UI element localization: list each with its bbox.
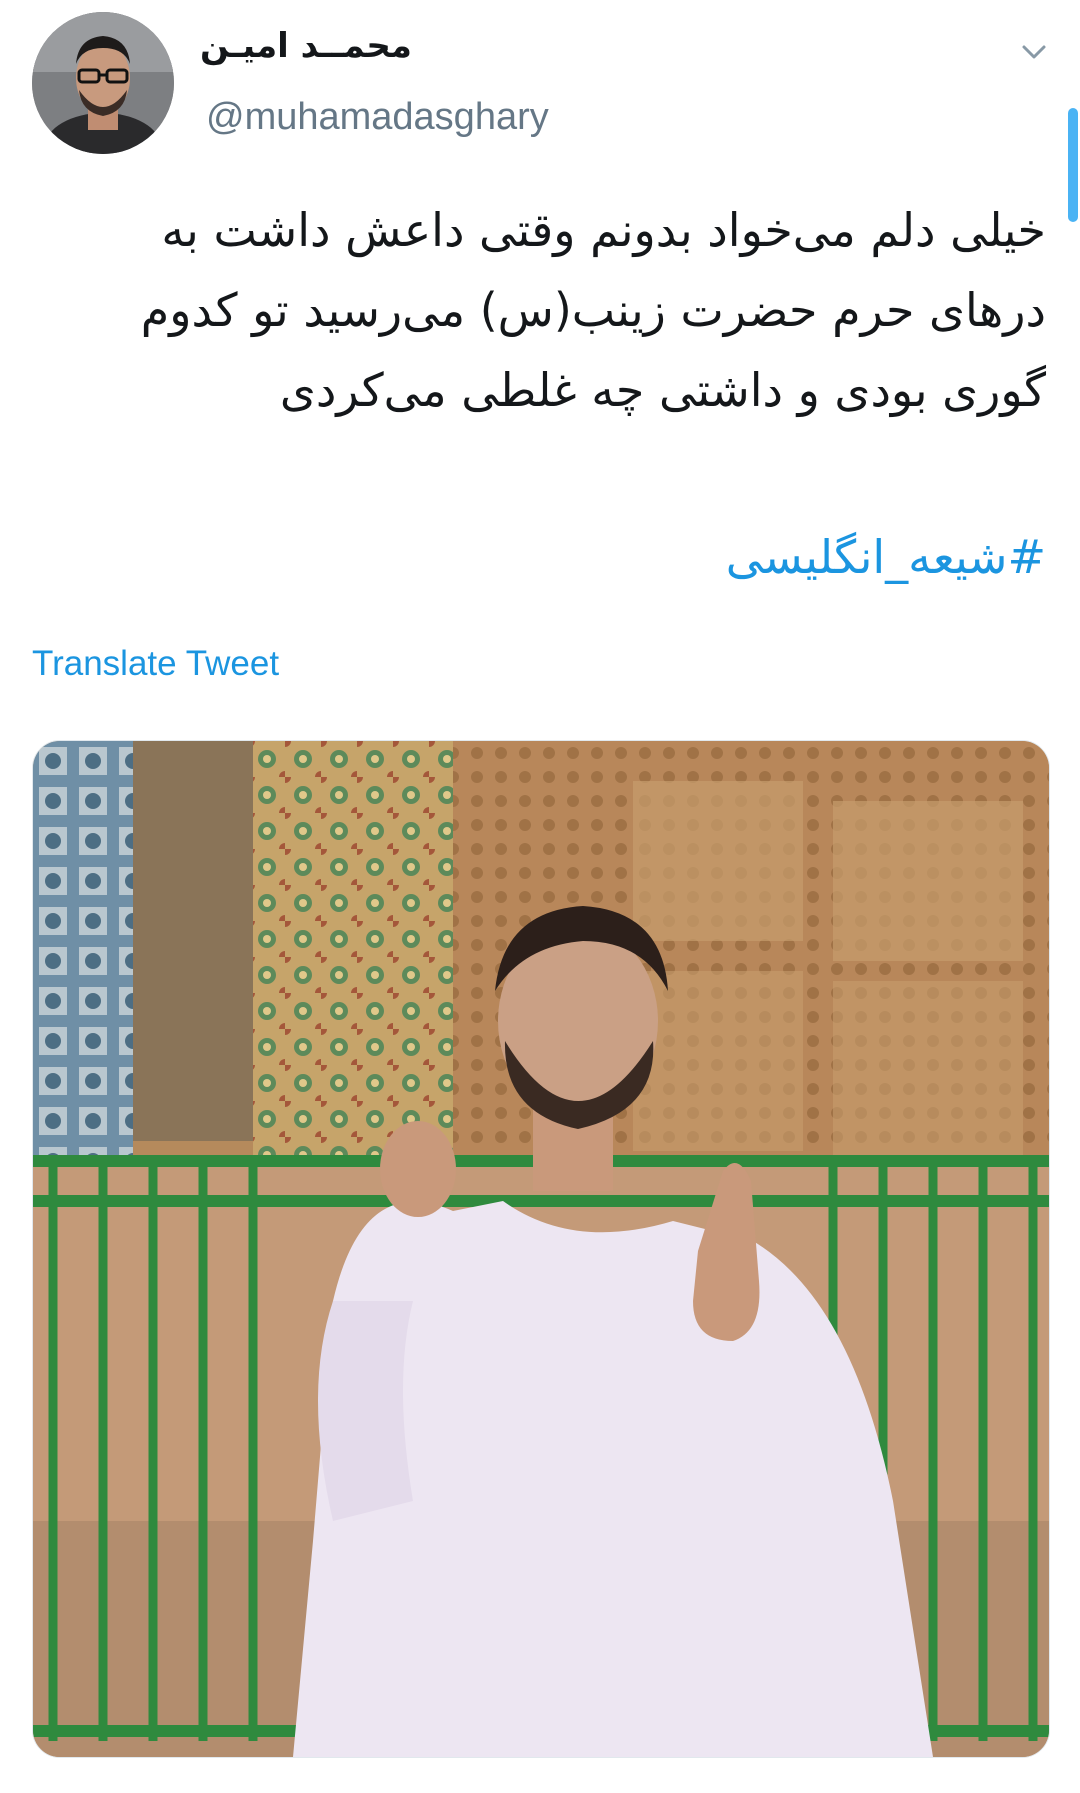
tweet-menu-button[interactable] bbox=[1014, 32, 1054, 72]
tweet-media-image[interactable] bbox=[32, 740, 1050, 1758]
chevron-down-icon bbox=[1022, 45, 1046, 59]
scroll-indicator bbox=[1068, 108, 1078, 222]
display-name[interactable]: محمــد امیـن bbox=[200, 26, 412, 66]
tweet-text: خیلی دلم می‌خواد بدونم وقتی داعش داشت به… bbox=[140, 203, 1046, 417]
user-handle[interactable]: @muhamadasghary bbox=[206, 96, 549, 139]
avatar-image bbox=[32, 12, 174, 154]
avatar[interactable] bbox=[32, 12, 174, 154]
media-photo bbox=[33, 741, 1049, 1757]
hashtag-link[interactable]: #شیعه_انگلیسی bbox=[726, 530, 1046, 584]
translate-tweet-link[interactable]: Translate Tweet bbox=[32, 644, 279, 684]
